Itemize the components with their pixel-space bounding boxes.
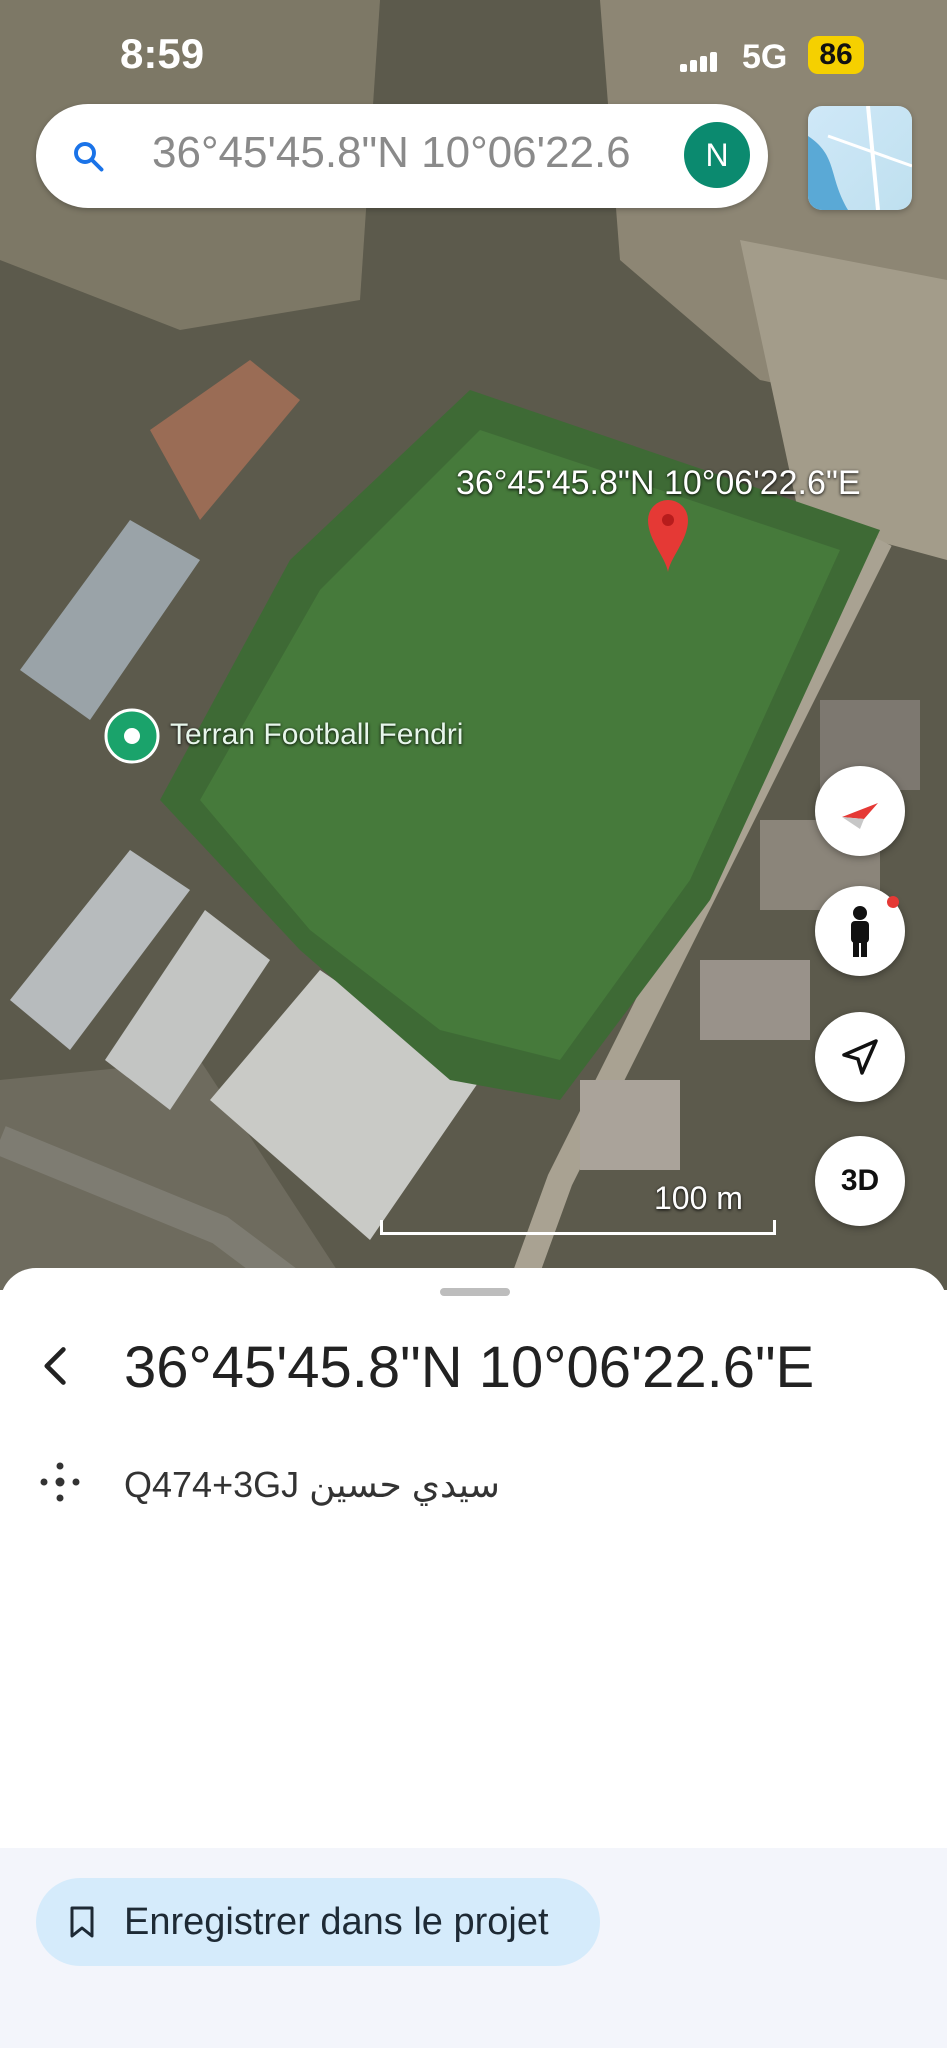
plus-code-icon xyxy=(40,1462,80,1502)
navigation-arrow-icon xyxy=(842,1039,878,1075)
status-time: 8:59 xyxy=(120,30,205,77)
search-icon[interactable] xyxy=(70,138,106,174)
place-pin-icon[interactable] xyxy=(104,708,160,764)
bookmark-icon xyxy=(70,1906,94,1938)
save-to-project-button[interactable]: Enregistrer dans le projet xyxy=(36,1878,600,1966)
battery-indicator: 86 xyxy=(808,36,864,74)
location-pin-icon[interactable] xyxy=(648,500,688,572)
street-view-button[interactable] xyxy=(815,886,905,976)
place-label[interactable]: Terran Football Fendri xyxy=(170,718,463,752)
scale-label: 100 m xyxy=(654,1180,743,1216)
network-type: 5G xyxy=(742,38,788,76)
place-title: 36°45'45.8"N 10°06'22.6"E xyxy=(124,1335,815,1400)
plus-code-text[interactable]: Q474+3GJ سيدي حسين xyxy=(124,1464,500,1506)
scale-bar xyxy=(380,1220,776,1235)
notification-dot xyxy=(887,896,899,908)
3d-button[interactable]: 3D xyxy=(815,1136,905,1226)
pin-coordinates-label: 36°45'45.8"N 10°06'22.6"E xyxy=(456,464,861,502)
layers-button[interactable] xyxy=(808,106,912,210)
chevron-left-icon[interactable] xyxy=(34,1344,78,1388)
pegman-icon xyxy=(851,906,869,957)
3d-button-label: 3D xyxy=(840,1164,880,1197)
drag-handle[interactable] xyxy=(440,1288,510,1296)
layers-thumbnail-icon xyxy=(808,106,912,210)
avatar[interactable]: N xyxy=(684,122,750,188)
compass-icon xyxy=(842,803,878,829)
save-button-label: Enregistrer dans le projet xyxy=(124,1900,549,1943)
status-bar: 8:59 5G 86 xyxy=(0,0,947,110)
search-bar[interactable]: 36°45'45.8"N 10°06'22.6 xyxy=(36,104,768,208)
compass-button[interactable] xyxy=(815,766,905,856)
signal-icon xyxy=(680,52,720,72)
search-input[interactable]: 36°45'45.8"N 10°06'22.6 xyxy=(152,128,692,184)
my-location-button[interactable] xyxy=(815,1012,905,1102)
